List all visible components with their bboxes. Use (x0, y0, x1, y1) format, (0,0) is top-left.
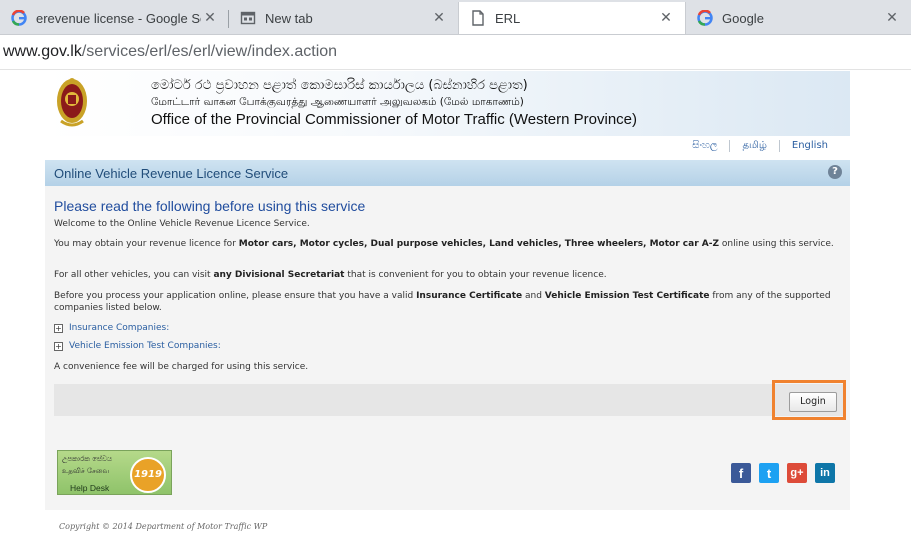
address-bar[interactable]: www.gov.lk/services/erl/es/erl/view/inde… (0, 35, 911, 70)
lang-tamil-link[interactable]: தமிழ் (729, 140, 778, 152)
insurance-companies-link[interactable]: Insurance Companies: (69, 323, 169, 333)
help-icon[interactable]: ? (828, 165, 842, 179)
lang-sinhala-link[interactable]: සිංහල (680, 140, 729, 152)
eligible-vehicles-text: You may obtain your revenue licence for … (54, 239, 834, 249)
sri-lanka-emblem-icon (55, 77, 89, 129)
login-button[interactable]: Login (789, 392, 837, 412)
tab-title: New tab (265, 10, 313, 26)
service-title-bar: Online Vehicle Revenue Licence Service ? (45, 160, 850, 186)
fee-note: A convenience fee will be charged for us… (54, 362, 309, 372)
page-footer: Copyright © 2014 Department of Motor Tra… (45, 510, 850, 547)
site-header: මෝටර් රථ ප්‍රවාහන පළාත් කොමසාරිස් කාර්යා… (45, 71, 850, 136)
googleplus-icon[interactable]: g+ (787, 463, 807, 483)
erl-page: මෝටර් රථ ප්‍රවාහන පළාත් කොමසාරිස් කාර්යා… (45, 71, 850, 547)
tab-title: erevenue license - Google Sear (36, 10, 201, 26)
header-title-sinhala: මෝටර් රථ ප්‍රවාහන පළාත් කොමසාරිස් කාර්යා… (151, 78, 528, 93)
help-desk-sinhala: උපකාරක සේවය (62, 455, 113, 463)
help-desk-label: Help Desk (70, 483, 110, 493)
login-highlight: Login (772, 380, 846, 420)
help-desk-number: 1919 (130, 457, 166, 493)
insurance-companies-expander[interactable]: + Insurance Companies: (54, 323, 169, 333)
social-links: f t g+ in (731, 463, 835, 483)
emission-companies-link[interactable]: Vehicle Emission Test Companies: (69, 341, 221, 351)
expand-icon[interactable]: + (54, 323, 63, 333)
close-icon[interactable]: ✕ (883, 10, 901, 26)
url-text[interactable]: www.gov.lk/services/erl/es/erl/view/inde… (3, 43, 337, 61)
google-icon (696, 9, 714, 27)
emission-companies-expander[interactable]: + Vehicle Emission Test Companies: (54, 341, 221, 351)
copyright-text: Copyright © 2014 Department of Motor Tra… (59, 522, 268, 531)
expand-icon[interactable]: + (54, 341, 63, 351)
language-bar: සිංහල தமிழ் English (45, 136, 850, 160)
tab-title: Google (722, 10, 764, 26)
help-desk-tamil: உதவிச் சேவை (62, 467, 110, 475)
instructions-heading: Please read the following before using t… (54, 198, 366, 214)
lang-english-link[interactable]: English (778, 140, 840, 152)
close-icon[interactable]: ✕ (657, 10, 675, 26)
welcome-text: Welcome to the Online Vehicle Revenue Li… (54, 219, 310, 229)
other-vehicles-text: For all other vehicles, you can visit an… (54, 270, 607, 280)
facebook-icon[interactable]: f (731, 463, 751, 483)
tab-erl[interactable]: ERL ✕ (458, 2, 686, 34)
close-icon[interactable]: ✕ (201, 10, 219, 26)
twitter-icon[interactable]: t (759, 463, 779, 483)
tab-erevenue-search[interactable]: erevenue license - Google Sear ✕ (0, 2, 229, 34)
tab-google[interactable]: Google ✕ (686, 2, 911, 34)
certificates-text: Before you process your application onli… (54, 291, 831, 313)
close-icon[interactable]: ✕ (430, 10, 448, 26)
google-icon (10, 9, 28, 27)
browser-tab-strip: erevenue license - Google Sear ✕ New tab… (0, 0, 911, 35)
action-bar (54, 384, 844, 416)
header-title-tamil: மோட்டார் வாகன போக்குவரத்து ஆணையாளர் அலுவ… (151, 96, 524, 108)
service-title: Online Vehicle Revenue Licence Service (54, 166, 289, 181)
tab-title: ERL (495, 10, 521, 26)
document-icon (469, 9, 487, 27)
header-title-english: Office of the Provincial Commissioner of… (151, 111, 637, 128)
help-desk-banner[interactable]: උපකාරක සේවය உதவிச் சேவை Help Desk 1919 (57, 450, 172, 495)
linkedin-icon[interactable]: in (815, 463, 835, 483)
tab-new-tab[interactable]: New tab ✕ (229, 2, 458, 34)
newtab-icon (239, 9, 257, 27)
